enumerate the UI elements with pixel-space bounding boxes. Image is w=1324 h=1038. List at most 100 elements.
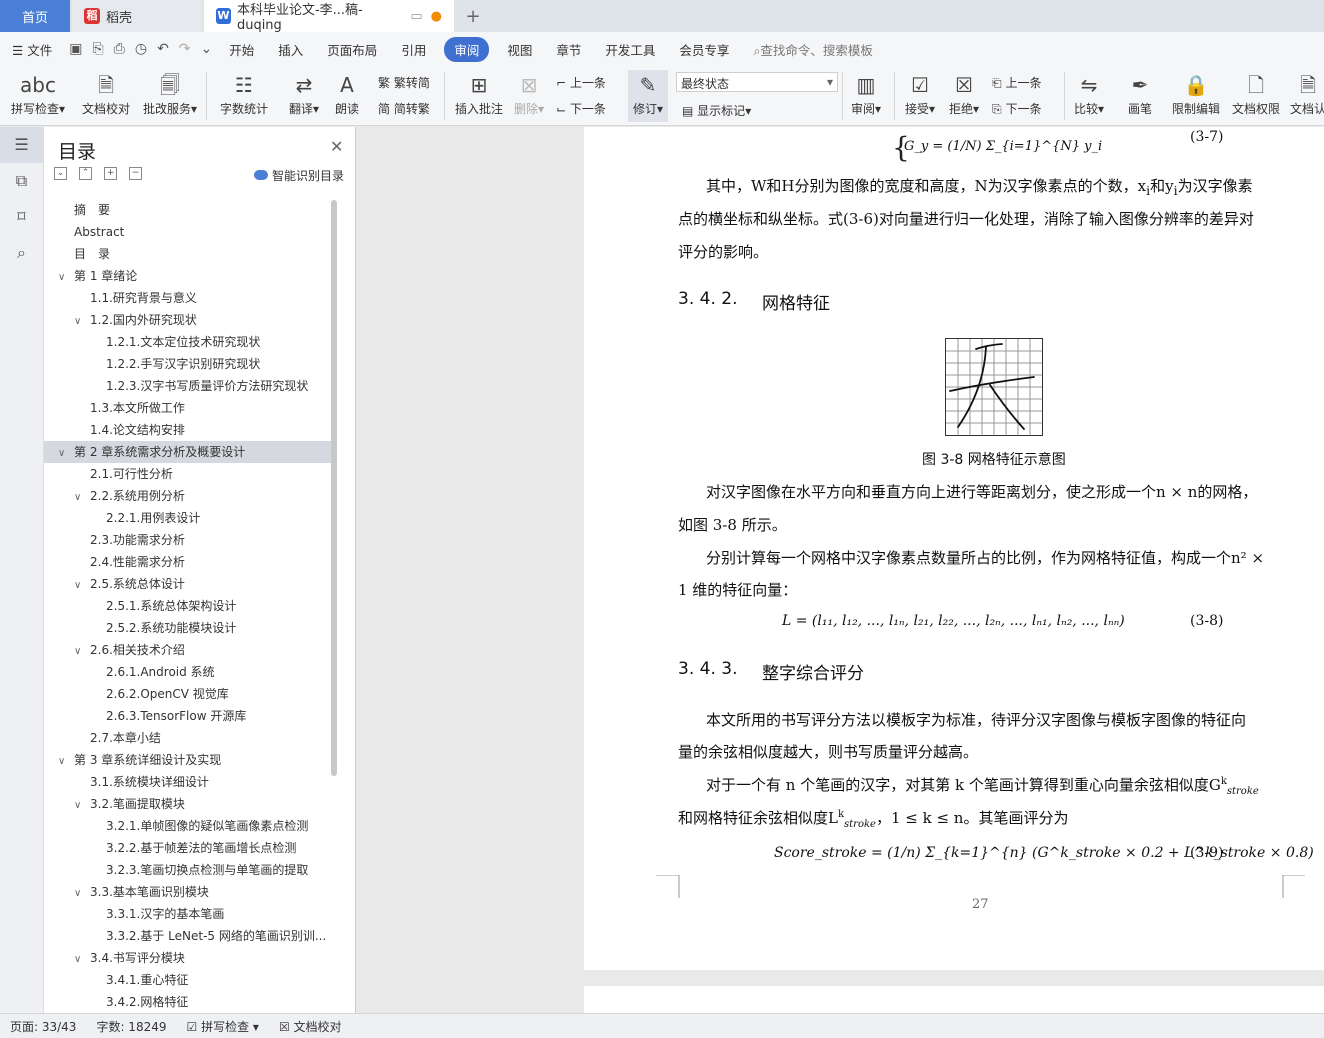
toc-item[interactable]: ∨ 第 3 章系统详细设计及实现 bbox=[44, 749, 334, 771]
chevron-down-icon[interactable]: ∨ bbox=[74, 641, 86, 661]
close-icon[interactable]: ✕ bbox=[330, 137, 343, 156]
undo-icon[interactable]: ↶ bbox=[152, 41, 174, 57]
toc-item[interactable]: 3.2.2.基于帧差法的笔画增长点检测 bbox=[44, 837, 334, 859]
restrict-edit-button[interactable]: 🔒 限制编辑 bbox=[1170, 70, 1222, 117]
new-tab-button[interactable]: + bbox=[458, 0, 488, 32]
toc-item[interactable]: ∨ 2.5.系统总体设计 bbox=[44, 573, 334, 595]
save-icon[interactable]: ▣ bbox=[64, 41, 87, 57]
chevron-down-icon[interactable]: ∨ bbox=[74, 487, 86, 507]
menu-layout[interactable]: 页面布局 bbox=[315, 40, 389, 59]
menu-member[interactable]: 会员专享 bbox=[667, 40, 741, 59]
toc-item[interactable]: 1.1.研究背景与意义 bbox=[44, 287, 334, 309]
toc-scrollbar[interactable] bbox=[331, 200, 337, 776]
menu-start[interactable]: 开始 bbox=[217, 40, 266, 59]
simp-to-trad-button[interactable]: 简 简转繁 bbox=[378, 100, 430, 117]
toc-item[interactable]: 3.3.1.汉字的基本笔画 bbox=[44, 903, 334, 925]
annotate-service-button[interactable]: 🗐 批改服务▾ bbox=[140, 70, 200, 117]
page-indicator[interactable]: 页面: 33/43 bbox=[10, 1018, 76, 1035]
toc-item[interactable]: 2.1.可行性分析 bbox=[44, 463, 334, 485]
toc-item[interactable]: ∨ 第 1 章绪论 bbox=[44, 265, 334, 287]
toc-item[interactable]: ∨ 3.2.笔画提取模块 bbox=[44, 793, 334, 815]
toc-item[interactable]: 3.4.2.网格特征 bbox=[44, 991, 334, 1013]
toc-item[interactable]: Abstract bbox=[44, 221, 334, 243]
status-doc-proof[interactable]: ☒ 文档校对 bbox=[279, 1018, 342, 1035]
toc-item[interactable]: ∨ 第 2 章系统需求分析及概要设计 bbox=[44, 441, 334, 463]
next-change-button[interactable]: ⎘ 下一条 bbox=[992, 100, 1041, 117]
accept-button[interactable]: ☑ 接受▾ bbox=[902, 70, 938, 117]
toc-item[interactable]: ∨ 3.4.书写评分模块 bbox=[44, 947, 334, 969]
remove-heading-icon[interactable]: − bbox=[129, 167, 142, 180]
status-spell-check[interactable]: ☑ 拼写检查 ▾ bbox=[187, 1018, 259, 1035]
toc-item[interactable]: 3.3.2.基于 LeNet-5 网络的笔画识别训... bbox=[44, 925, 334, 947]
add-heading-icon[interactable]: + bbox=[104, 167, 117, 180]
toc-item[interactable]: 2.6.1.Android 系统 bbox=[44, 661, 334, 683]
chevron-down-icon[interactable]: ∨ bbox=[74, 575, 86, 595]
track-changes-button[interactable]: ✎ 修订▾ bbox=[628, 70, 668, 122]
bookmark-icon[interactable]: ⌑ bbox=[0, 199, 43, 235]
toc-item[interactable]: ∨ 1.2.国内外研究现状 bbox=[44, 309, 334, 331]
toc-item[interactable]: ∨ 3.3.基本笔画识别模块 bbox=[44, 881, 334, 903]
toc-item[interactable]: 1.2.1.文本定位技术研究现状 bbox=[44, 331, 334, 353]
toc-item[interactable]: 2.6.3.TensorFlow 开源库 bbox=[44, 705, 334, 727]
menu-review[interactable]: 审阅 bbox=[444, 36, 490, 62]
toc-item[interactable]: ∨ 2.2.系统用例分析 bbox=[44, 485, 334, 507]
toc-item[interactable]: 目 录 bbox=[44, 243, 334, 265]
toc-item[interactable]: 2.7.本章小结 bbox=[44, 727, 334, 749]
doc-auth-button[interactable]: 🗎 文档认 bbox=[1288, 70, 1324, 117]
word-count-button[interactable]: ☷ 字数统计 bbox=[216, 70, 272, 117]
insert-comment-button[interactable]: ⊞ 插入批注 bbox=[452, 70, 506, 117]
doc-proof-button[interactable]: 🗎 文档校对 bbox=[78, 70, 134, 117]
prev-comment-button[interactable]: ⌐ 上一条 bbox=[556, 74, 606, 91]
print-icon[interactable]: ⎙ bbox=[109, 41, 130, 57]
word-count[interactable]: 字数: 18249 bbox=[96, 1018, 166, 1035]
delete-comment-button[interactable]: ⊠ 删除▾ bbox=[510, 70, 548, 117]
next-comment-button[interactable]: ⌙ 下一条 bbox=[556, 100, 606, 117]
menu-view[interactable]: 视图 bbox=[495, 40, 544, 59]
chevron-down-icon[interactable]: ∨ bbox=[74, 949, 86, 969]
chevron-down-icon[interactable]: ∨ bbox=[58, 751, 70, 771]
toc-item[interactable]: 2.6.2.OpenCV 视觉库 bbox=[44, 683, 334, 705]
toc-item[interactable]: 2.4.性能需求分析 bbox=[44, 551, 334, 573]
chevron-down-icon[interactable]: ∨ bbox=[58, 267, 70, 287]
toc-item[interactable]: 2.5.1.系统总体架构设计 bbox=[44, 595, 334, 617]
more-icon[interactable]: ⌄ bbox=[196, 41, 218, 57]
prev-change-button[interactable]: ⎗ 上一条 bbox=[992, 74, 1041, 91]
chevron-down-icon[interactable]: ∨ bbox=[74, 795, 86, 815]
document-page[interactable]: { G_y = (1/N) Σ_{i=1}^{N} y_i (3-7) 其中，W… bbox=[584, 127, 1324, 970]
toc-panel-icon[interactable]: ☰ bbox=[0, 127, 43, 163]
translate-button[interactable]: ⇄ 翻译▾ bbox=[284, 70, 324, 117]
menu-devtools[interactable]: 开发工具 bbox=[593, 40, 667, 59]
toc-item[interactable]: 3.4.1.重心特征 bbox=[44, 969, 334, 991]
preview-icon[interactable]: ◷ bbox=[130, 41, 152, 57]
read-aloud-button[interactable]: A 朗读 bbox=[330, 70, 364, 117]
pen-button[interactable]: ✒ 画笔 bbox=[1124, 70, 1156, 117]
chevron-down-icon[interactable]: ∨ bbox=[74, 883, 86, 903]
toc-item[interactable]: 2.2.1.用例表设计 bbox=[44, 507, 334, 529]
trad-to-simp-button[interactable]: 繁 繁转简 bbox=[378, 74, 430, 91]
toc-item[interactable]: 摘 要 bbox=[44, 199, 334, 221]
toc-item[interactable]: 2.3.功能需求分析 bbox=[44, 529, 334, 551]
find-icon[interactable]: ⌕ bbox=[0, 235, 43, 271]
chevron-down-icon[interactable]: ∨ bbox=[58, 443, 70, 463]
tab-daoke[interactable]: 稻稻壳 bbox=[72, 0, 202, 32]
command-search[interactable]: ⌕查找命令、搜索模板 bbox=[741, 40, 885, 59]
redo-icon[interactable]: ↷ bbox=[174, 41, 196, 57]
markup-state-select[interactable]: 最终状态 ▾ bbox=[676, 72, 838, 92]
spell-check-button[interactable]: abc 拼写检查▾ bbox=[10, 70, 66, 117]
menu-reference[interactable]: 引用 bbox=[389, 40, 438, 59]
menu-chapter[interactable]: 章节 bbox=[544, 40, 593, 59]
chapter-nav-icon[interactable]: ⧉ bbox=[0, 163, 43, 199]
menu-insert[interactable]: 插入 bbox=[266, 40, 315, 59]
collapse-all-icon[interactable]: ⌄ bbox=[54, 167, 67, 180]
show-marks-button[interactable]: ▤ 显示标记▾ bbox=[682, 102, 751, 119]
toc-item[interactable]: 1.2.2.手写汉字识别研究现状 bbox=[44, 353, 334, 375]
toc-item[interactable]: 3.2.1.单帧图像的疑似笔画像素点检测 bbox=[44, 815, 334, 837]
review-pane-button[interactable]: ▥ 审阅▾ bbox=[848, 70, 884, 117]
doc-permission-button[interactable]: 🗋 文档权限 bbox=[1230, 70, 1282, 117]
smart-toc-button[interactable]: 智能识别目录 bbox=[254, 167, 344, 184]
next-page[interactable] bbox=[584, 986, 1324, 1013]
window-icon[interactable]: ▭ bbox=[410, 9, 422, 24]
toc-item[interactable]: 1.2.3.汉字书写质量评价方法研究现状 bbox=[44, 375, 334, 397]
export-icon[interactable]: ⎘ bbox=[87, 41, 108, 57]
chevron-down-icon[interactable]: ∨ bbox=[74, 311, 86, 331]
